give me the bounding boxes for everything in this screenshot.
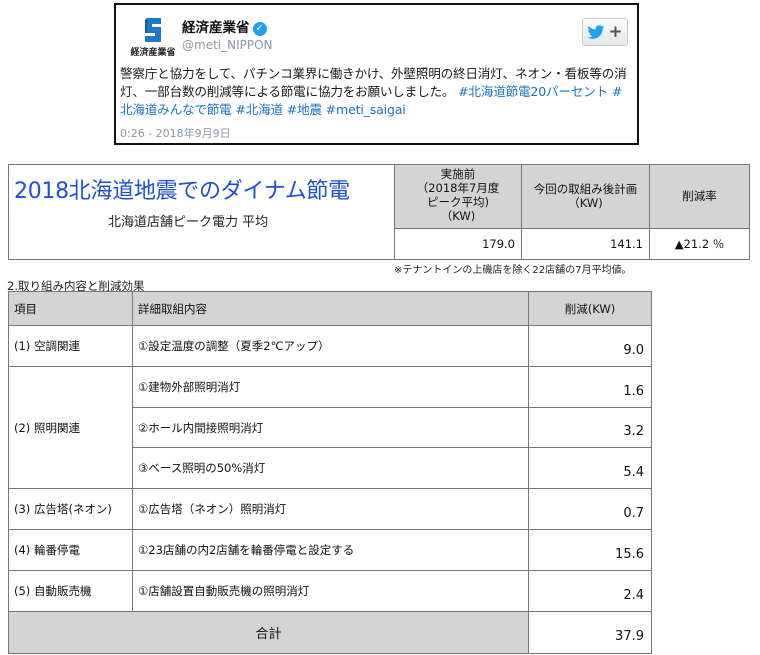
before-value: 179.0 [394, 228, 522, 260]
header-plan-line: （KW) [568, 196, 603, 210]
row-content: ①建物外部照明消灯 [132, 366, 529, 408]
header-plan-line: 今回の取組み後計画 [533, 182, 638, 196]
row-category: (3) 広告塔(ネオン) [8, 488, 133, 530]
verified-check-icon: ✓ [252, 22, 267, 36]
row-category: (4) 輪番停電 [8, 529, 133, 571]
plan-value: 141.1 [521, 228, 650, 260]
row-value: 5.4 [528, 447, 652, 489]
table-row: (5) 自動販売機 ①店舗設置自動販売機の照明消灯 2.4 [8, 570, 652, 612]
header-plan: 今回の取組み後計画 （KW) [521, 163, 650, 230]
hashtag-link[interactable]: #meti_saigai [326, 102, 406, 117]
row-value: 1.6 [528, 366, 652, 408]
row-content: ①設定温度の調整（夏季2℃アップ） [132, 325, 529, 367]
footnote: ※テナントインの上磯店を除く22店舗の7月平均値。 [394, 265, 632, 276]
header-before-line: （KW) [440, 209, 476, 223]
header-before-line: ピーク平均) [427, 195, 489, 209]
follow-button[interactable]: + [582, 18, 628, 46]
header-rate: 削減率 [649, 163, 750, 230]
summary-table: 2018北海道地震でのダイナム節電 北海道店舗ピーク電力 平均 実施前 （201… [8, 163, 750, 260]
total-row: 合計 37.9 [8, 611, 652, 654]
row-category: (5) 自動販売機 [8, 570, 133, 612]
meti-logo-icon [145, 18, 161, 42]
header-before-line: （2018年7月度 [416, 181, 500, 195]
page-title: 2018北海道地震でのダイナム節電 [14, 179, 350, 204]
row-content: ①広告塔（ネオン）照明消灯 [132, 488, 529, 530]
detail-table: 項目 詳細取組内容 削減(KW) (1) 空調関連 ①設定温度の調整（夏季2℃ア… [8, 291, 652, 654]
tweet-timestamp[interactable]: 0:26 - 2018年9月9日 [120, 125, 231, 141]
table-row: (3) 広告塔(ネオン) ①広告塔（ネオン）照明消灯 0.7 [8, 488, 652, 530]
meti-logo[interactable]: 経済産業省 [125, 15, 181, 59]
tweet-text: 警察庁と協力をして、パチンコ業界に働きかけ、外壁照明の終日消灯、ネオン・看板等の… [120, 65, 632, 119]
row-value: 9.0 [528, 325, 652, 367]
table-header-row: 項目 詳細取組内容 削減(KW) [8, 291, 652, 326]
hashtag-link[interactable]: #北海道 [235, 102, 283, 117]
summary-title-cell: 2018北海道地震でのダイナム節電 北海道店舗ピーク電力 平均 [8, 164, 395, 260]
row-value: 3.2 [528, 407, 652, 448]
table-row: (2) 照明関連 ①建物外部照明消灯 1.6 [8, 366, 652, 489]
header-reduction: 削減(KW) [528, 291, 652, 326]
hashtag-link[interactable]: #北海道節電20パーセント [458, 84, 608, 99]
row-content: ①23店舗の内2店舗を輪番停電と設定する [132, 529, 529, 571]
account-name[interactable]: 経済産業省 ✓ [182, 16, 267, 36]
row-value: 15.6 [528, 529, 652, 571]
row-value: 0.7 [528, 488, 652, 530]
row-category: (2) 照明関連 [8, 366, 133, 489]
row-content: ③ベース照明の50%消灯 [132, 447, 529, 489]
hashtag-link[interactable]: #地震 [287, 102, 322, 117]
row-value: 2.4 [528, 570, 652, 612]
account-handle[interactable]: @meti_NIPPON [182, 38, 273, 52]
account-name-text: 経済産業省 [182, 20, 250, 36]
header-before-line: 実施前 [440, 167, 476, 181]
header-before: 実施前 （2018年7月度 ピーク平均) （KW) [394, 163, 522, 230]
row-content: ①店舗設置自動販売機の照明消灯 [132, 570, 529, 612]
follow-plus-icon: + [608, 21, 623, 42]
page-subtitle: 北海道店舗ピーク電力 平均 [108, 215, 269, 230]
logo-caption: 経済産業省 [130, 48, 176, 58]
header-item: 項目 [8, 291, 133, 326]
row-category: (1) 空調関連 [8, 325, 133, 367]
row-content: ②ホール内間接照明消灯 [132, 407, 529, 448]
total-value: 37.9 [528, 611, 652, 654]
table-row: (4) 輪番停電 ①23店舗の内2店舗を輪番停電と設定する 15.6 [8, 529, 652, 571]
total-label: 合計 [8, 611, 529, 654]
table-row: (1) 空調関連 ①設定温度の調整（夏季2℃アップ） 9.0 [8, 325, 652, 367]
tweet-card: 経済産業省 経済産業省 ✓ @meti_NIPPON + 警察庁と協力をして、パチ… [114, 3, 639, 145]
reduction-rate-value: ▲21.2 ％ [649, 228, 750, 260]
header-content: 詳細取組内容 [132, 291, 529, 326]
twitter-bird-icon [587, 24, 605, 39]
